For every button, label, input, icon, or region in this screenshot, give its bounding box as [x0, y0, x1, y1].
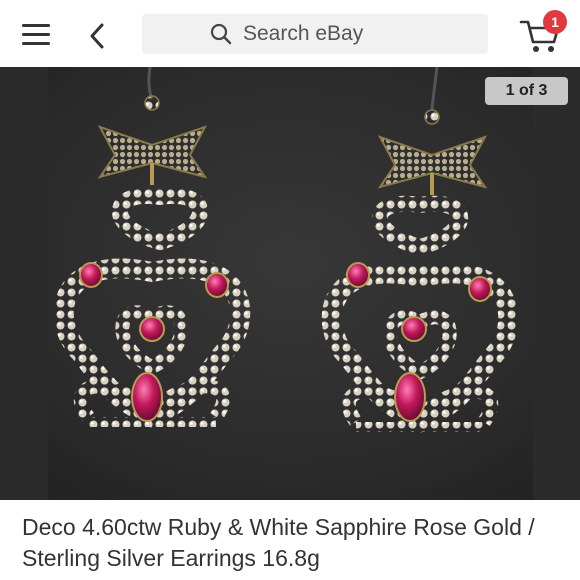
cart-count-badge: 1: [543, 10, 567, 34]
search-input[interactable]: Search eBay: [142, 14, 488, 54]
hamburger-menu-icon[interactable]: [20, 22, 52, 48]
app-header: Search eBay 1: [0, 0, 580, 67]
product-image[interactable]: [0, 67, 580, 500]
search-placeholder: Search eBay: [243, 22, 364, 45]
image-counter: 1 of 3: [485, 77, 568, 105]
search-icon: [210, 23, 232, 45]
listing-title: Deco 4.60ctw Ruby & White Sapphire Rose …: [22, 514, 535, 571]
chevron-left-icon[interactable]: [84, 20, 112, 52]
